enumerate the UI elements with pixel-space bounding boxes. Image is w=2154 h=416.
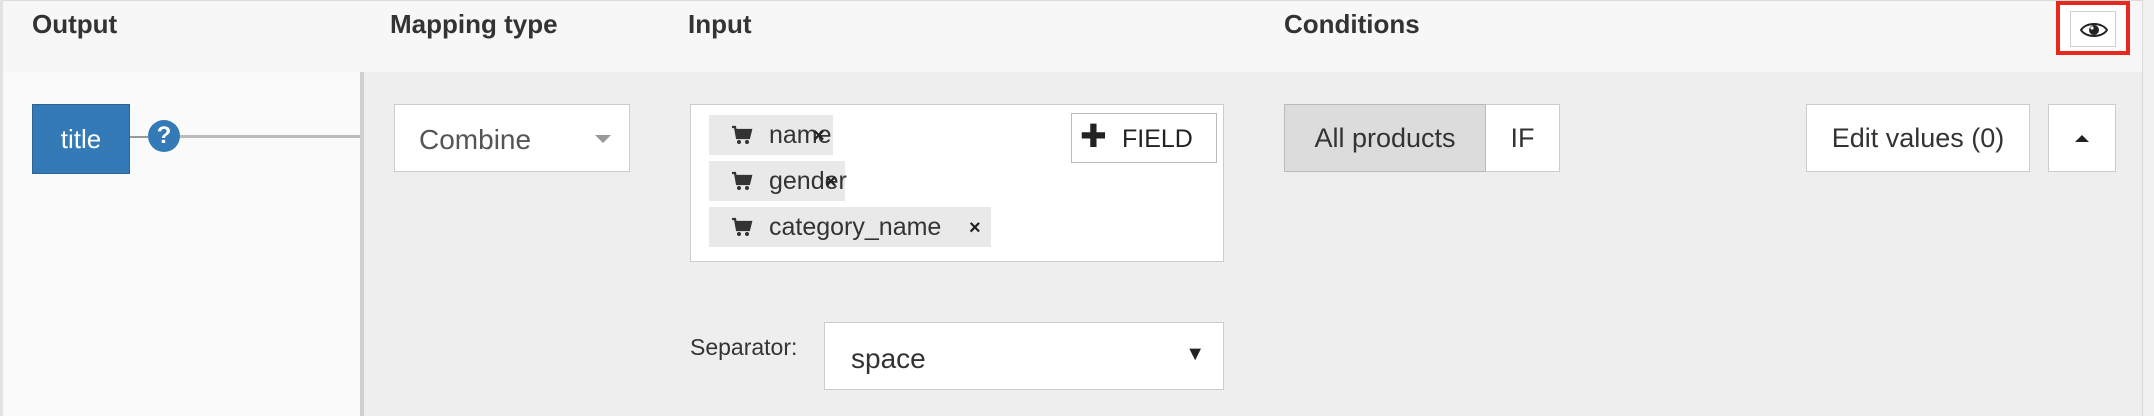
left-border — [0, 0, 3, 416]
connector-line — [180, 135, 360, 138]
all-products-button[interactable]: All products — [1284, 104, 1486, 172]
output-heading: Output — [32, 9, 118, 39]
chevron-down-icon — [595, 135, 611, 143]
preview-highlight — [2056, 1, 2130, 55]
plus-icon: ✚ — [1080, 118, 1107, 154]
input-heading: Input — [688, 9, 752, 39]
separator-label: Separator: — [690, 334, 798, 360]
separator-value: space — [851, 343, 926, 374]
mapping-panel: Output Mapping type Input Conditions tit… — [0, 0, 2154, 416]
conditions-heading: Conditions — [1284, 9, 1420, 39]
chip-label: category_name — [769, 213, 942, 241]
edit-values-button[interactable]: Edit values (0) — [1806, 104, 2030, 172]
dropdown-arrow-icon: ▼ — [1185, 343, 1205, 365]
output-field-button[interactable]: title — [32, 104, 130, 174]
eye-icon — [2080, 23, 2108, 37]
mapping-type-heading: Mapping type — [390, 9, 558, 39]
cart-icon — [732, 125, 753, 144]
connector-line — [130, 136, 148, 138]
cart-icon — [732, 171, 753, 190]
caret-up-icon — [2075, 135, 2089, 142]
column-header: Output Mapping type Input Conditions — [0, 0, 2154, 73]
scrollbar-track[interactable] — [2142, 0, 2154, 416]
remove-chip-button[interactable]: × — [825, 171, 837, 194]
separator-select[interactable]: space ▼ — [824, 322, 1224, 390]
cart-icon — [732, 217, 753, 236]
if-condition-button[interactable]: IF — [1486, 104, 1560, 172]
add-field-label: FIELD — [1122, 125, 1193, 153]
add-field-button[interactable]: ✚ FIELD — [1071, 113, 1217, 163]
remove-chip-button[interactable]: × — [969, 217, 981, 240]
collapse-button[interactable] — [2048, 104, 2116, 172]
mapping-type-value: Combine — [419, 124, 532, 155]
input-chip: gender × — [709, 161, 847, 201]
input-fields-box[interactable]: name × gender × category_name × ✚ FIELD — [690, 104, 1224, 262]
mapping-type-select[interactable]: Combine — [394, 104, 630, 172]
input-chip: category_name × — [709, 207, 991, 247]
input-chip: name × — [709, 115, 833, 155]
preview-button[interactable] — [2070, 11, 2116, 47]
help-icon[interactable]: ? — [148, 120, 180, 152]
remove-chip-button[interactable]: × — [813, 125, 825, 148]
